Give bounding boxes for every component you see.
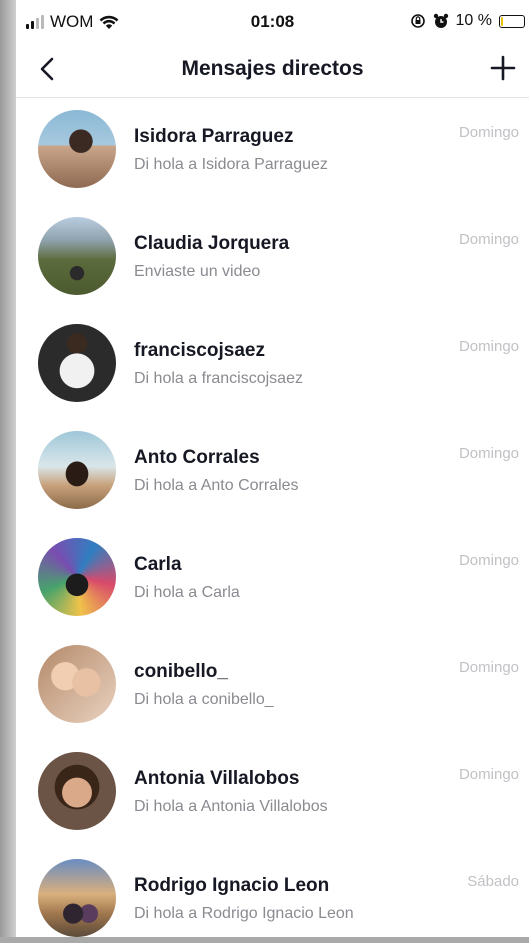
message-preview: Di hola a Rodrigo Ignacio Leon [134,905,354,922]
conversation-row[interactable]: Carla Di hola a Carla Domingo [16,526,529,633]
battery-icon [499,14,525,28]
contact-name: Claudia Jorquera [134,233,290,254]
page-title: Mensajes directos [181,57,364,80]
alarm-icon [433,13,448,28]
conversation-row[interactable]: Isidora Parraguez Di hola a Isidora Parr… [16,98,529,205]
header: Mensajes directos [16,40,529,98]
battery-percent: 10 % [455,12,492,29]
avatar[interactable] [38,110,116,188]
screenshot-frame-edge [0,0,16,943]
message-date: Domingo [458,124,519,141]
plus-icon [490,55,516,81]
avatar[interactable] [38,217,116,295]
message-preview: Di hola a Isidora Parraguez [134,156,328,173]
conversation-row[interactable]: Claudia Jorquera Enviaste un video Domin… [16,205,529,312]
conversation-row[interactable]: conibello_ Di hola a conibello_ Domingo [16,633,529,740]
message-preview: Enviaste un video [134,263,261,280]
conversation-row[interactable]: Antonia Villalobos Di hola a Antonia Vil… [16,740,529,847]
message-date: Domingo [458,338,519,355]
message-preview: Di hola a Carla [134,584,240,601]
rotation-lock-icon [410,14,425,28]
message-date: Sábado [467,873,519,890]
conversation-row[interactable]: Anto Corrales Di hola a Anto Corrales Do… [16,419,529,526]
message-preview: Di hola a conibello_ [134,691,274,708]
contact-name: Carla [134,554,182,575]
phone-screen: WOM 01:08 10 % Mensajes directos Isidora… [16,0,529,940]
screenshot-frame-edge-bottom [0,937,529,943]
status-right: 10 % [410,12,525,30]
message-date: Domingo [458,766,519,783]
message-preview: Di hola a Anto Corrales [134,477,299,494]
contact-name: Antonia Villalobos [134,768,300,789]
new-message-button[interactable] [489,54,517,82]
message-date: Domingo [458,445,519,462]
contact-name: Isidora Parraguez [134,126,294,147]
conversation-row[interactable]: Rodrigo Ignacio Leon Di hola a Rodrigo I… [16,847,529,940]
conversation-row[interactable]: franciscojsaez Di hola a franciscojsaez … [16,312,529,419]
avatar[interactable] [38,538,116,616]
message-date: Domingo [458,552,519,569]
status-bar: WOM 01:08 10 % [16,0,529,40]
avatar[interactable] [38,431,116,509]
message-preview: Di hola a franciscojsaez [134,370,303,387]
avatar[interactable] [38,645,116,723]
message-date: Domingo [458,231,519,248]
conversation-list: Isidora Parraguez Di hola a Isidora Parr… [16,98,529,940]
avatar[interactable] [38,752,116,830]
contact-name: franciscojsaez [134,340,265,361]
battery-level-fill [501,16,503,26]
contact-name: conibello_ [134,661,228,682]
message-date: Domingo [458,659,519,676]
avatar[interactable] [38,859,116,937]
contact-name: Rodrigo Ignacio Leon [134,875,330,896]
message-preview: Di hola a Antonia Villalobos [134,798,328,815]
contact-name: Anto Corrales [134,447,260,468]
avatar[interactable] [38,324,116,402]
